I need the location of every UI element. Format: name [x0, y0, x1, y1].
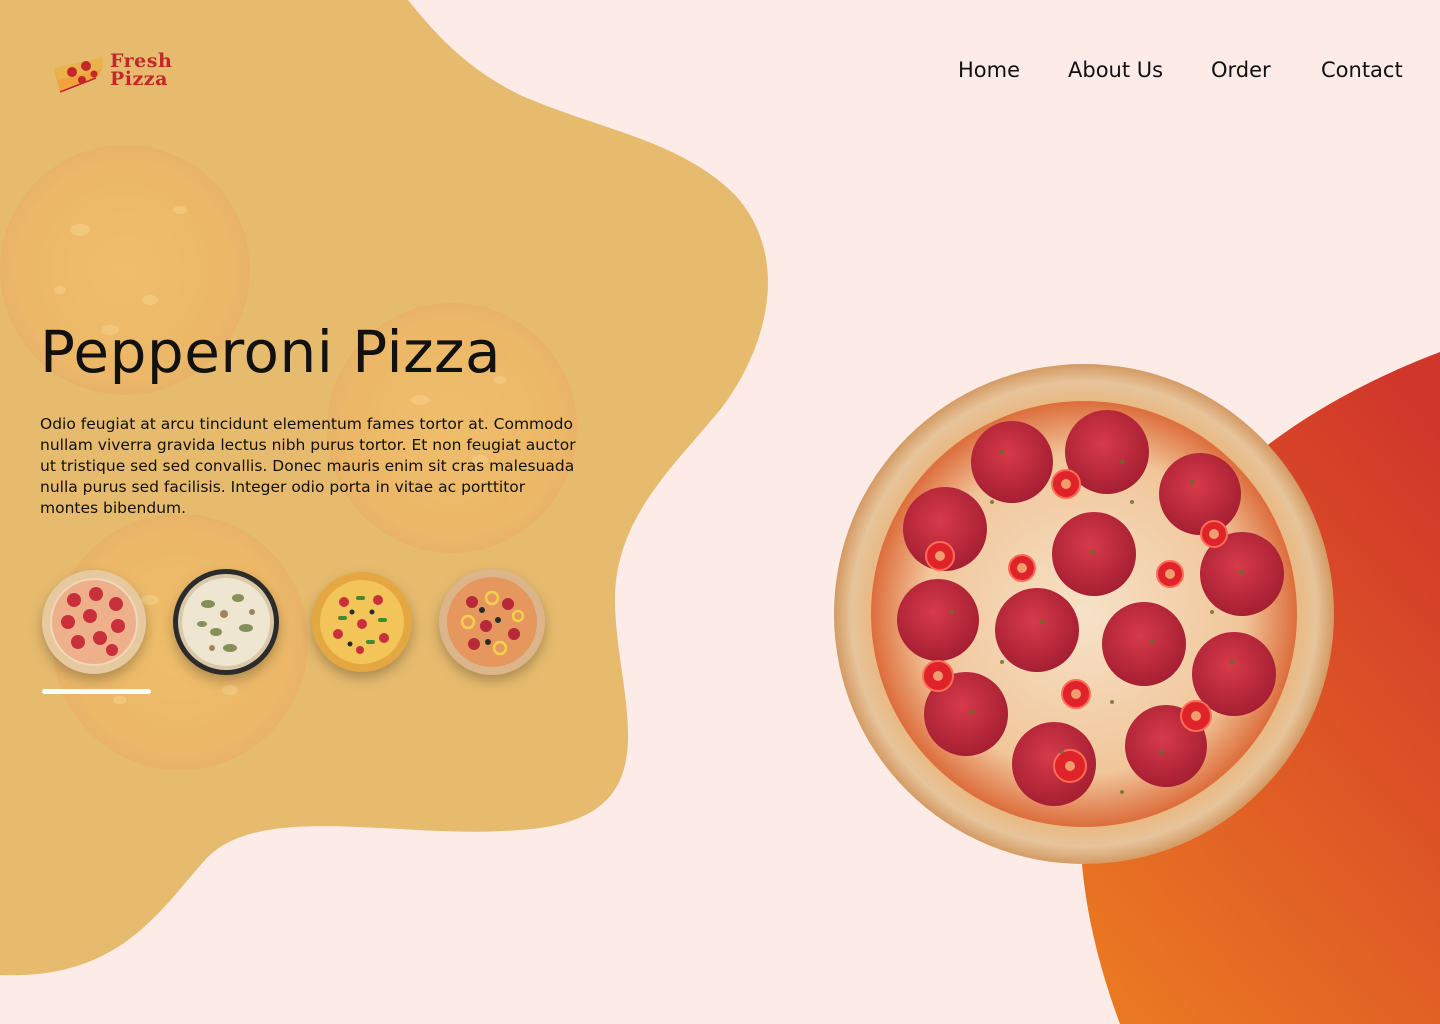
- nav-about-us[interactable]: About Us: [1068, 58, 1163, 82]
- mushroom-pizza-thumb[interactable]: [172, 568, 280, 676]
- carousel-active-indicator: [42, 689, 151, 694]
- pizza-carousel: [40, 568, 560, 680]
- pizza-slice-icon: [54, 58, 104, 93]
- brand-line-2: Pizza: [110, 68, 168, 90]
- nav-contact[interactable]: Contact: [1321, 58, 1403, 82]
- pepperoni-pizza-hero-image: [834, 364, 1334, 864]
- nav-order[interactable]: Order: [1211, 58, 1271, 82]
- veggie-pizza-icon: [312, 572, 412, 672]
- brand-logo[interactable]: Fresh Pizza: [52, 50, 192, 94]
- veggie-pizza-thumb[interactable]: [308, 568, 416, 676]
- supreme-pizza-thumb[interactable]: [438, 568, 546, 676]
- hero-description: Odio feugiat at arcu tincidunt elementum…: [40, 415, 576, 517]
- pepperoni-pizza-icon: [42, 570, 146, 674]
- nav-home[interactable]: Home: [958, 58, 1020, 82]
- page-title: Pepperoni Pizza: [40, 318, 502, 386]
- pepperoni-pizza-thumb[interactable]: [40, 568, 148, 676]
- supreme-pizza-icon: [439, 569, 545, 675]
- mushroom-pizza-icon: [173, 569, 279, 675]
